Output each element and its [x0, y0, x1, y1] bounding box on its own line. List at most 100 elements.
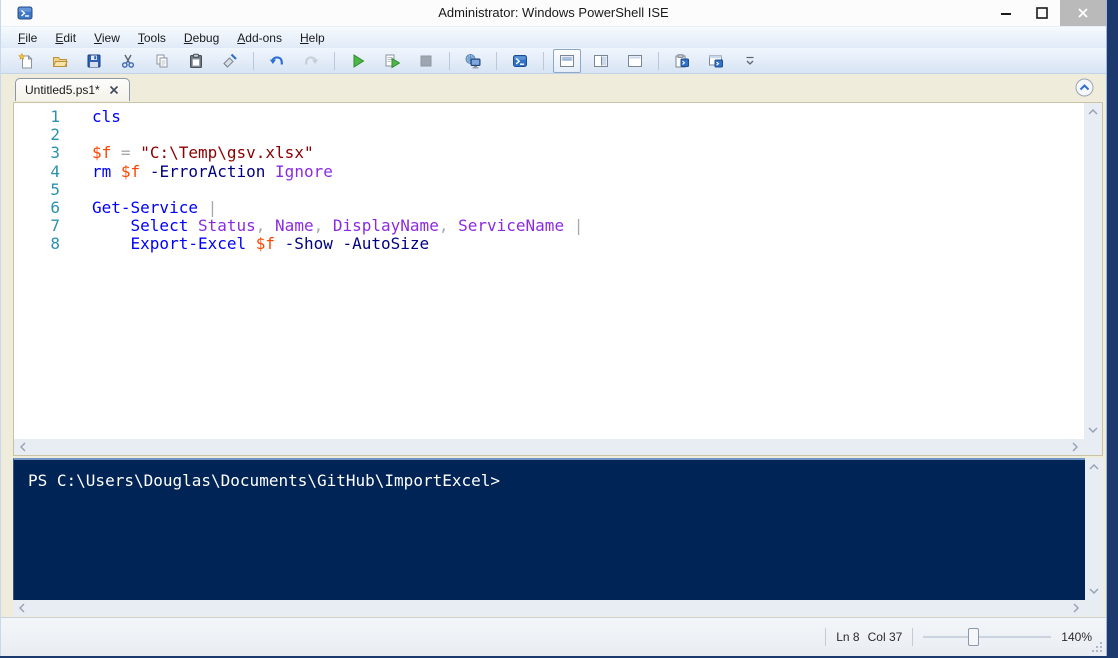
paste-icon — [188, 53, 204, 69]
code-line: 3$f = "C:\Temp\gsv.xlsx" — [14, 144, 1084, 162]
code-line: 6Get-Service | — [14, 199, 1084, 217]
open-folder-icon — [52, 53, 68, 69]
cut-button[interactable] — [114, 49, 142, 73]
show-script-pane-right-button[interactable] — [587, 49, 615, 73]
pane-right-icon — [593, 53, 609, 69]
clear-console-pane-button[interactable] — [216, 49, 244, 73]
scroll-down-icon[interactable] — [1084, 423, 1102, 437]
menu-edit[interactable]: Edit — [46, 29, 85, 47]
zoom-slider-thumb[interactable] — [968, 628, 979, 646]
console-prompt: PS C:\Users\Douglas\Documents\GitHub\Imp… — [14, 460, 1085, 490]
code-text: Select Status, Name, DisplayName, Servic… — [60, 217, 583, 235]
code-text: $f = "C:\Temp\gsv.xlsx" — [60, 144, 314, 162]
code-line: 5 — [14, 181, 1084, 199]
stop-icon — [418, 53, 434, 69]
line-indicator: Ln 8 — [836, 630, 859, 644]
toolbar-group — [341, 49, 443, 73]
line-number: 3 — [14, 144, 60, 162]
resize-grip-icon[interactable] — [1090, 640, 1103, 653]
scroll-right-icon[interactable] — [1068, 439, 1082, 455]
show-command-addon-button[interactable] — [668, 49, 696, 73]
new-script-button[interactable] — [12, 49, 40, 73]
console-horizontal-scrollbar[interactable] — [13, 600, 1085, 616]
editor-vertical-scrollbar[interactable] — [1084, 103, 1102, 439]
toolbar-separator — [449, 52, 450, 70]
scroll-right-icon[interactable] — [1069, 600, 1083, 616]
stop-operation-button[interactable] — [412, 49, 440, 73]
scroll-left-icon[interactable] — [15, 600, 29, 616]
console-panel: PS C:\Users\Douglas\Documents\GitHub\Imp… — [13, 458, 1103, 616]
maximize-button[interactable] — [1024, 0, 1060, 26]
close-icon — [109, 85, 119, 95]
show-script-pane-maximized-button[interactable] — [621, 49, 649, 73]
tab-untitled5[interactable]: Untitled5.ps1* — [15, 78, 130, 101]
line-number: 8 — [14, 235, 60, 253]
menu-file[interactable]: File — [9, 29, 46, 47]
toolbar-separator — [496, 52, 497, 70]
workspace: Untitled5.ps1* 1cls23$f = "C:\Temp\gsv.x… — [1, 74, 1106, 618]
close-icon — [1077, 7, 1089, 19]
toolbar — [1, 48, 1106, 74]
title-bar[interactable]: Administrator: Windows PowerShell ISE — [1, 0, 1106, 26]
script-editor[interactable]: 1cls23$f = "C:\Temp\gsv.xlsx"4rm $f -Err… — [14, 103, 1084, 439]
code-text — [60, 126, 92, 144]
scroll-up-icon[interactable] — [1085, 460, 1103, 474]
tab-label: Untitled5.ps1* — [25, 83, 100, 97]
zoom-slider-track[interactable] — [923, 636, 1051, 638]
menu-view[interactable]: View — [85, 29, 129, 47]
scroll-up-icon[interactable] — [1084, 105, 1102, 119]
menu-debug[interactable]: Debug — [175, 29, 228, 47]
editor-horizontal-scrollbar[interactable] — [14, 439, 1084, 455]
new-remote-powershell-tab-button[interactable] — [459, 49, 487, 73]
toolbar-separator — [658, 52, 659, 70]
open-script-button[interactable] — [46, 49, 74, 73]
show-script-pane-top-button[interactable] — [553, 49, 581, 73]
scroll-down-icon[interactable] — [1085, 584, 1103, 598]
run-selection-button[interactable] — [378, 49, 406, 73]
minimize-icon — [1000, 7, 1012, 19]
line-number: 1 — [14, 108, 60, 126]
show-command-window-button[interactable] — [702, 49, 730, 73]
menu-add-ons[interactable]: Add-ons — [228, 29, 291, 47]
line-number: 6 — [14, 199, 60, 217]
chevron-up-circle-icon — [1075, 78, 1094, 97]
code-line: 2 — [14, 126, 1084, 144]
copy-icon — [154, 53, 170, 69]
tab-close-button[interactable] — [108, 84, 120, 96]
console-vertical-scrollbar[interactable] — [1085, 458, 1103, 600]
pane-top-icon — [559, 53, 575, 69]
redo-button[interactable] — [297, 49, 325, 73]
toolbar-group — [260, 49, 328, 73]
toolbar-group — [665, 49, 733, 73]
close-button[interactable] — [1060, 0, 1106, 26]
code-text: Get-Service | — [60, 199, 217, 217]
console-pane[interactable]: PS C:\Users\Douglas\Documents\GitHub\Imp… — [13, 458, 1085, 600]
start-powershell-exe-button[interactable] — [506, 49, 534, 73]
window-title: Administrator: Windows PowerShell ISE — [1, 0, 1106, 26]
collapse-script-pane-button[interactable] — [1075, 78, 1094, 97]
menu-help[interactable]: Help — [291, 29, 334, 47]
save-script-button[interactable] — [80, 49, 108, 73]
addon-clipboard-icon — [674, 53, 690, 69]
copy-button[interactable] — [148, 49, 176, 73]
code-text: cls — [60, 108, 121, 126]
script-editor-panel: 1cls23$f = "C:\Temp\gsv.xlsx"4rm $f -Err… — [13, 102, 1103, 456]
code-text — [60, 181, 92, 199]
scroll-left-icon[interactable] — [16, 439, 30, 455]
toolbar-separator — [253, 52, 254, 70]
zoom-slider[interactable] — [923, 627, 1051, 647]
undo-button[interactable] — [263, 49, 291, 73]
maximize-icon — [1036, 7, 1048, 19]
cursor-position: Ln 8 Col 37 — [836, 630, 902, 644]
line-number: 2 — [14, 126, 60, 144]
save-icon — [86, 53, 102, 69]
remote-tab-icon — [465, 53, 481, 69]
addon-window-icon — [708, 53, 724, 69]
menu-tools[interactable]: Tools — [129, 29, 175, 47]
paste-button[interactable] — [182, 49, 210, 73]
scrollbar-corner — [1085, 600, 1103, 616]
minimize-button[interactable] — [988, 0, 1024, 26]
toolbar-overflow-button[interactable] — [736, 49, 764, 73]
run-script-button[interactable] — [344, 49, 372, 73]
code-line: 4rm $f -ErrorAction Ignore — [14, 163, 1084, 181]
